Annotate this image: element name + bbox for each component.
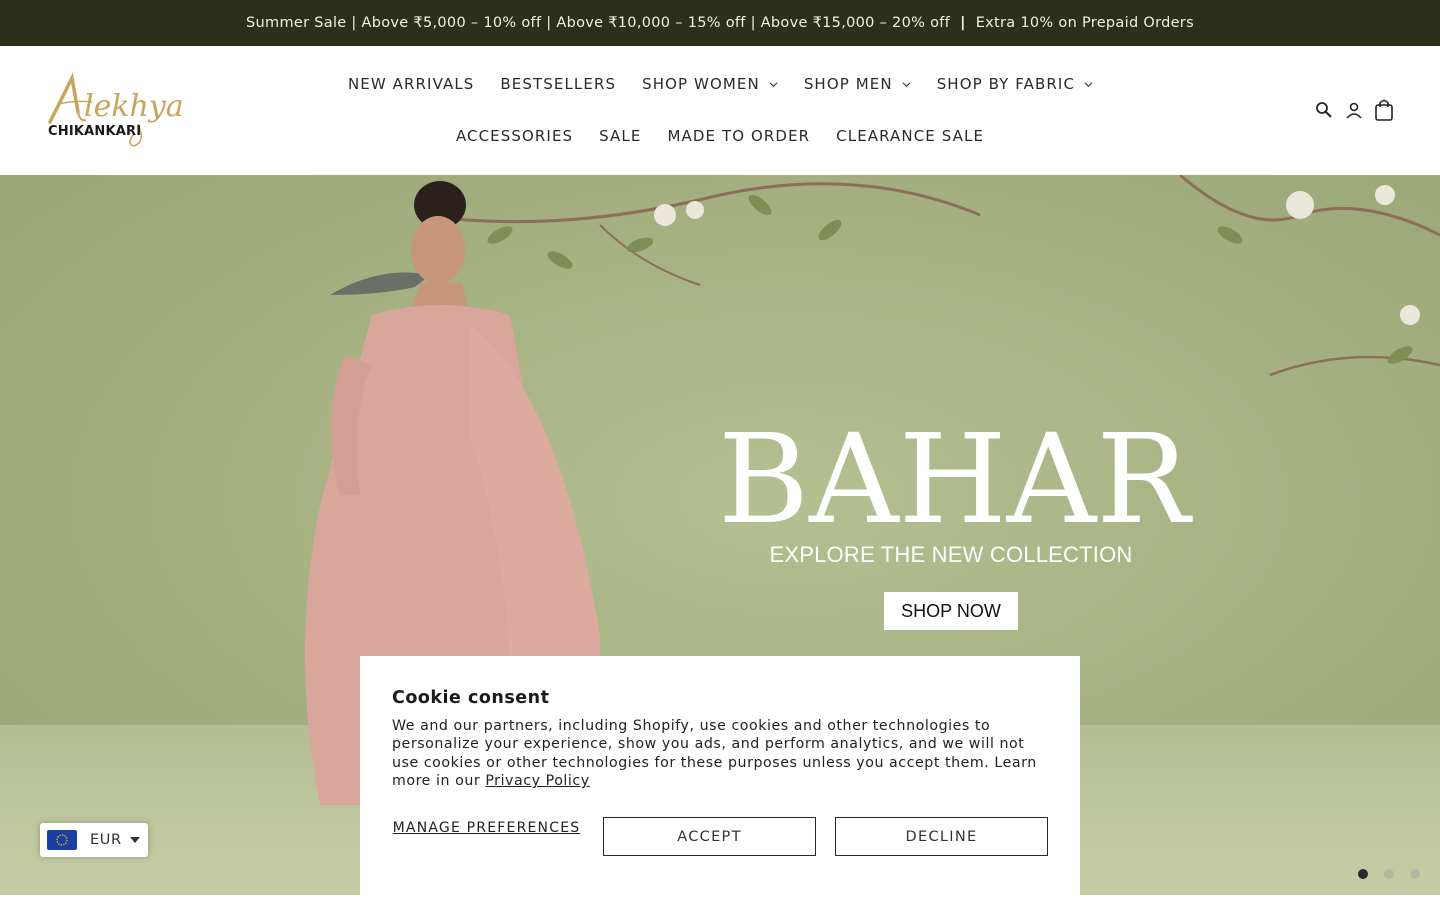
slide-dot-1[interactable] xyxy=(1358,869,1368,879)
hero-title: BAHAR xyxy=(718,408,1190,552)
cookie-title: Cookie consent xyxy=(392,688,550,708)
nav-label: SHOP MEN xyxy=(803,75,893,93)
nav-label: BESTSELLERS xyxy=(500,75,617,93)
nav-label: SALE xyxy=(599,127,642,145)
eu-flag-icon xyxy=(47,830,77,850)
primary-nav-row-2: ACCESSORIES SALE MADE TO ORDER CLEARANCE… xyxy=(0,126,1440,146)
slide-dot-3[interactable] xyxy=(1410,869,1420,879)
announcement-separator: | xyxy=(960,15,966,31)
slideshow-dots xyxy=(1358,869,1420,879)
nav-shop-men[interactable]: SHOP MEN xyxy=(804,74,911,94)
announcement-text: Summer Sale | Above ₹5,000 – 10% off | A… xyxy=(246,15,951,31)
slide-dot-2[interactable] xyxy=(1384,869,1394,879)
chevron-down-icon xyxy=(1084,81,1093,87)
nav-sale[interactable]: SALE xyxy=(599,126,641,146)
cookie-consent-dialog: Cookie consent We and our partners, incl… xyxy=(360,656,1080,900)
announcement-extra: Extra 10% on Prepaid Orders xyxy=(975,15,1194,31)
nav-shop-by-fabric[interactable]: SHOP BY FABRIC xyxy=(937,74,1093,94)
nav-label: NEW ARRIVALS xyxy=(347,75,475,93)
site-header: lekhya CHIKANKARI NEW ARRIVALS BESTSELLE… xyxy=(0,46,1440,175)
cookie-body: We and our partners, including Shopify, … xyxy=(392,717,1048,791)
privacy-policy-link[interactable]: Privacy Policy xyxy=(485,773,589,789)
nav-new-arrivals[interactable]: NEW ARRIVALS xyxy=(348,74,474,94)
nav-shop-women[interactable]: SHOP WOMEN xyxy=(642,74,778,94)
chevron-down-icon xyxy=(902,81,911,87)
nav-label: SHOP BY FABRIC xyxy=(936,75,1076,93)
nav-label: SHOP WOMEN xyxy=(642,75,760,93)
nav-made-to-order[interactable]: MADE TO ORDER xyxy=(667,126,810,146)
nav-label: ACCESSORIES xyxy=(455,127,574,145)
currency-selector[interactable]: EUR xyxy=(40,823,148,857)
cart-icon[interactable] xyxy=(1374,98,1394,122)
decline-button[interactable]: DECLINE xyxy=(835,817,1048,856)
nav-label: CLEARANCE SALE xyxy=(836,127,985,145)
shop-now-button[interactable]: SHOP NOW xyxy=(884,592,1018,630)
search-icon[interactable] xyxy=(1314,98,1334,122)
nav-label: MADE TO ORDER xyxy=(667,127,811,145)
hero-subtitle: EXPLORE THE NEW COLLECTION xyxy=(769,542,1133,567)
nav-clearance-sale[interactable]: CLEARANCE SALE xyxy=(836,126,984,146)
announcement-bar: Summer Sale | Above ₹5,000 – 10% off | A… xyxy=(0,0,1440,46)
nav-accessories[interactable]: ACCESSORIES xyxy=(456,126,573,146)
manage-preferences-button[interactable]: MANAGE PREFERENCES xyxy=(392,817,581,855)
account-icon[interactable] xyxy=(1344,98,1364,122)
accept-button[interactable]: ACCEPT xyxy=(603,817,816,856)
caret-down-icon xyxy=(129,837,140,843)
currency-code: EUR xyxy=(90,832,122,848)
nav-bestsellers[interactable]: BESTSELLERS xyxy=(500,74,616,94)
chevron-down-icon xyxy=(769,81,778,87)
primary-nav-row-1: NEW ARRIVALS BESTSELLERS SHOP WOMEN SHOP… xyxy=(0,74,1440,94)
svg-text:lekhya: lekhya xyxy=(84,89,182,124)
header-icons xyxy=(1314,98,1394,122)
